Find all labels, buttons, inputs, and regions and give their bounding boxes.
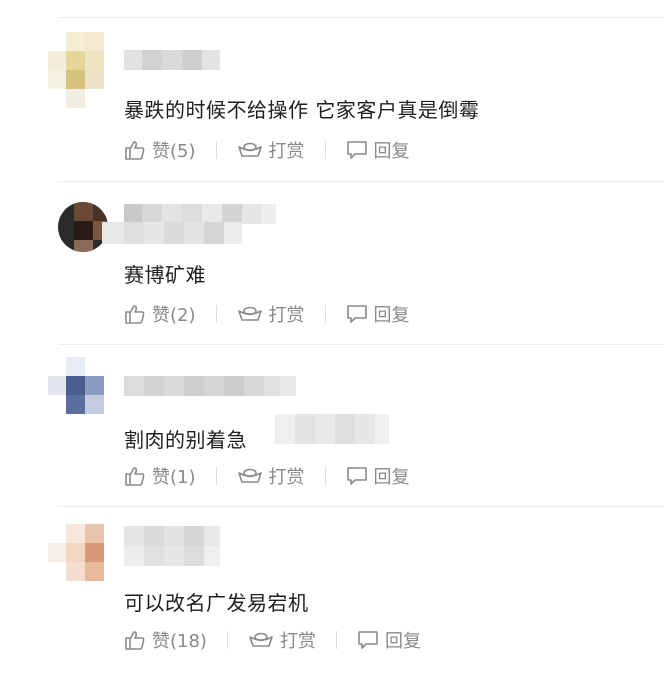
reply-button[interactable]: 回复 [357,627,421,653]
comment-actions: 赞(18) 打赏 回复 [124,627,421,653]
like-count-label: 赞(2) [152,305,196,326]
comment-actions: 赞(5) 打赏 回复 [124,137,410,163]
reward-label: 打赏 [268,141,305,162]
comment-divider [58,506,664,507]
username-redacted[interactable] [102,204,284,244]
reward-label: 打赏 [268,305,305,326]
like-button[interactable]: 赞(1) [124,463,196,489]
avatar[interactable] [48,524,104,604]
like-button[interactable]: 赞(2) [124,301,196,327]
ingot-icon [237,141,263,159]
reply-label: 回复 [384,631,421,652]
action-separator [226,631,228,649]
username-redacted[interactable] [124,50,220,70]
comment-text: 暴跌的时候不给操作 它家客户真是倒霉 [124,98,480,122]
comment-text: 赛博矿难 [124,263,206,287]
reply-button[interactable]: 回复 [346,463,410,489]
speech-bubble-icon [346,304,368,324]
comment-actions: 赞(2) 打赏 回复 [124,301,410,327]
reward-button[interactable]: 打赏 [248,627,316,653]
action-separator [215,141,217,159]
username-redacted[interactable] [124,526,220,566]
top-divider [58,17,664,18]
thumbs-up-icon [124,630,146,650]
ingot-icon [237,467,263,485]
like-count-label: 赞(5) [152,141,196,162]
like-count-label: 赞(18) [152,631,207,652]
reward-button[interactable]: 打赏 [237,463,305,489]
avatar[interactable] [48,357,104,437]
reply-button[interactable]: 回复 [346,301,410,327]
comment-actions: 赞(1) 打赏 回复 [124,463,410,489]
comment-divider [58,344,664,345]
like-button[interactable]: 赞(5) [124,137,196,163]
speech-bubble-icon [357,630,379,650]
reply-label: 回复 [373,467,410,488]
like-button[interactable]: 赞(18) [124,627,207,653]
text-redaction [275,414,395,444]
reply-label: 回复 [373,305,410,326]
thumbs-up-icon [124,304,146,324]
avatar[interactable] [48,202,108,282]
avatar[interactable] [48,32,104,112]
reward-button[interactable]: 打赏 [237,301,305,327]
like-count-label: 赞(1) [152,467,196,488]
action-separator [324,467,326,485]
speech-bubble-icon [346,140,368,160]
action-separator [324,305,326,323]
username-redacted[interactable] [124,376,296,396]
comment-text: 可以改名广发易宕机 [124,591,309,615]
reward-label: 打赏 [268,467,305,488]
action-separator [335,631,337,649]
thumbs-up-icon [124,140,146,160]
thumbs-up-icon [124,466,146,486]
reward-label: 打赏 [279,631,316,652]
action-separator [215,305,217,323]
comment-text: 割肉的别着急 [124,428,247,452]
ingot-icon [237,305,263,323]
action-separator [215,467,217,485]
reply-button[interactable]: 回复 [346,137,410,163]
reply-label: 回复 [373,141,410,162]
ingot-icon [248,631,274,649]
action-separator [324,141,326,159]
comment-divider [58,181,664,182]
speech-bubble-icon [346,466,368,486]
reward-button[interactable]: 打赏 [237,137,305,163]
